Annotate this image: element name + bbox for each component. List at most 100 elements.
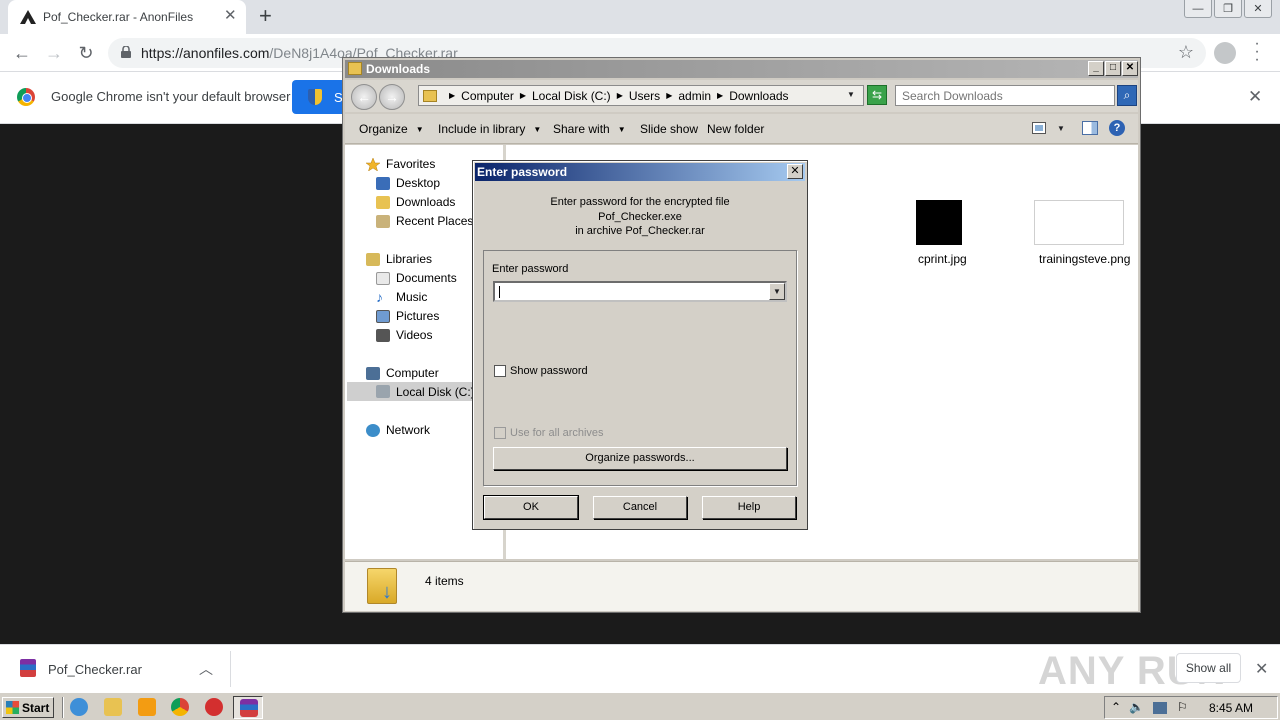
- reload-icon[interactable]: ↻: [74, 41, 98, 65]
- opera-icon[interactable]: [205, 698, 223, 716]
- nav-videos[interactable]: Videos: [376, 328, 432, 342]
- uac-shield-icon: [308, 89, 322, 105]
- details-pane: 4 items: [345, 561, 1138, 611]
- maximize-icon[interactable]: □: [1105, 61, 1121, 76]
- ok-button[interactable]: OK: [483, 495, 579, 520]
- close-icon[interactable]: ✕: [787, 164, 803, 179]
- search-icon[interactable]: ⌕: [1117, 85, 1137, 106]
- chevron-right-icon[interactable]: ▶: [520, 91, 526, 100]
- profile-avatar-icon[interactable]: [1214, 42, 1236, 64]
- command-bar: Organize ▼ Include in library ▼ Share with…: [345, 114, 1138, 144]
- shelf-close-icon[interactable]: ✕: [1255, 659, 1268, 679]
- browser-tab[interactable]: Pof_Checker.rar - AnonFiles ✕: [8, 0, 246, 34]
- chevron-down-icon: ▼: [617, 125, 626, 134]
- nav-network[interactable]: Network: [366, 423, 430, 437]
- show-all-button[interactable]: Show all: [1176, 653, 1241, 683]
- organize-menu[interactable]: Organize ▼: [359, 122, 424, 136]
- password-input[interactable]: ▼: [493, 281, 787, 302]
- nav-documents[interactable]: Documents: [376, 271, 457, 285]
- nav-music[interactable]: ♪ Music: [376, 290, 427, 305]
- change-view-icon[interactable]: [1032, 122, 1046, 134]
- star-icon: [366, 157, 380, 171]
- cancel-button[interactable]: Cancel: [593, 496, 687, 519]
- text-caret: [499, 286, 500, 298]
- address-dropdown-icon[interactable]: ▼: [847, 90, 855, 99]
- show-password-checkbox[interactable]: [494, 365, 506, 377]
- nav-label: Recent Places: [396, 214, 474, 228]
- breadcrumb-users[interactable]: Users: [629, 89, 660, 103]
- chevron-right-icon[interactable]: ▶: [717, 91, 723, 100]
- nav-desktop[interactable]: Desktop: [376, 176, 440, 190]
- chevron-down-icon[interactable]: ▼: [1057, 124, 1065, 133]
- chevron-right-icon[interactable]: ▶: [449, 91, 455, 100]
- tab-close-icon[interactable]: ✕: [224, 8, 237, 24]
- minimize-icon[interactable]: _: [1088, 61, 1104, 76]
- minimize-icon[interactable]: —: [1184, 0, 1212, 18]
- chevron-right-icon[interactable]: ▶: [666, 91, 672, 100]
- downloads-folder-icon: [367, 568, 397, 604]
- explorer-titlebar[interactable]: Downloads _ □ ✕: [345, 60, 1138, 78]
- chevron-right-icon[interactable]: ▶: [617, 91, 623, 100]
- close-window-icon[interactable]: ✕: [1244, 0, 1272, 18]
- nav-label: Network: [386, 423, 431, 437]
- download-item-name[interactable]: Pof_Checker.rar: [48, 662, 142, 677]
- forward-icon[interactable]: →: [42, 41, 66, 65]
- nav-libraries[interactable]: Libraries: [366, 252, 432, 266]
- share-with-menu[interactable]: Share with ▼: [553, 122, 626, 136]
- close-icon[interactable]: ✕: [1122, 61, 1138, 76]
- bookmark-star-icon[interactable]: ☆: [1178, 42, 1194, 63]
- organize-passwords-button[interactable]: Organize passwords...: [493, 447, 787, 470]
- new-tab-button[interactable]: +: [259, 5, 272, 27]
- breadcrumb-downloads[interactable]: Downloads: [729, 89, 788, 103]
- infobar-close-icon[interactable]: ✕: [1248, 87, 1262, 107]
- restore-icon[interactable]: ❐: [1214, 0, 1242, 18]
- back-icon[interactable]: ←: [351, 84, 377, 110]
- slide-show-button[interactable]: Slide show: [640, 122, 698, 136]
- action-center-flag-icon[interactable]: ⚐: [1177, 700, 1188, 714]
- preview-pane-icon[interactable]: [1082, 121, 1098, 135]
- back-icon[interactable]: ←: [10, 41, 34, 65]
- nav-recent-places[interactable]: Recent Places: [376, 214, 473, 228]
- nav-label: Favorites: [386, 157, 436, 171]
- infobar-message: Google Chrome isn't your default browser: [51, 89, 291, 104]
- help-button[interactable]: Help: [702, 496, 796, 519]
- file-name: trainingsteve.png: [1039, 252, 1131, 266]
- window-controls: — ❐ ✕: [1182, 0, 1272, 18]
- nav-pictures[interactable]: Pictures: [376, 309, 439, 323]
- dialog-titlebar[interactable]: Enter password ✕: [475, 163, 805, 181]
- nav-computer[interactable]: Computer: [366, 366, 439, 380]
- media-player-icon[interactable]: [138, 698, 156, 716]
- forward-icon[interactable]: →: [379, 84, 405, 110]
- winrar-taskbar-button[interactable]: [233, 696, 263, 719]
- nav-label: Videos: [396, 328, 433, 342]
- breadcrumb-local-disk[interactable]: Local Disk (C:): [532, 89, 611, 103]
- clock[interactable]: 8:45 AM: [1209, 701, 1253, 715]
- new-folder-button[interactable]: New folder: [707, 122, 764, 136]
- refresh-icon[interactable]: ⇆: [867, 85, 887, 105]
- pictures-icon: [376, 309, 390, 323]
- chevron-down-icon[interactable]: ▼: [769, 283, 785, 300]
- breadcrumb-admin[interactable]: admin: [678, 89, 711, 103]
- libraries-icon: [366, 252, 380, 266]
- show-password-label[interactable]: Show password: [510, 365, 588, 377]
- chevron-up-icon[interactable]: ︿: [199, 659, 213, 679]
- network-status-icon[interactable]: [1153, 702, 1167, 714]
- nav-favorites[interactable]: Favorites: [366, 157, 435, 171]
- use-for-all-checkbox[interactable]: [494, 427, 506, 439]
- search-input[interactable]: [895, 85, 1115, 106]
- nav-downloads[interactable]: Downloads: [376, 195, 455, 209]
- desktop-icon: [376, 176, 390, 190]
- file-thumbnail: [916, 200, 962, 245]
- include-in-library-menu[interactable]: Include in library ▼: [438, 122, 541, 136]
- explorer-folder-icon[interactable]: [104, 698, 122, 716]
- tab-strip: Pof_Checker.rar - AnonFiles ✕ + — ❐ ✕: [0, 0, 1280, 34]
- volume-icon[interactable]: 🔈: [1129, 700, 1144, 714]
- breadcrumb-computer[interactable]: Computer: [461, 89, 514, 103]
- start-button[interactable]: Start: [2, 697, 54, 718]
- help-icon[interactable]: ?: [1109, 120, 1125, 136]
- breadcrumb[interactable]: ▶ Computer ▶ Local Disk (C:) ▶ Users ▶ a…: [418, 85, 864, 106]
- chrome-menu-icon[interactable]: · · ·: [1254, 36, 1260, 68]
- internet-explorer-icon[interactable]: [70, 698, 88, 716]
- chevron-up-icon[interactable]: ⌃: [1111, 700, 1121, 714]
- chrome-icon[interactable]: [171, 698, 189, 716]
